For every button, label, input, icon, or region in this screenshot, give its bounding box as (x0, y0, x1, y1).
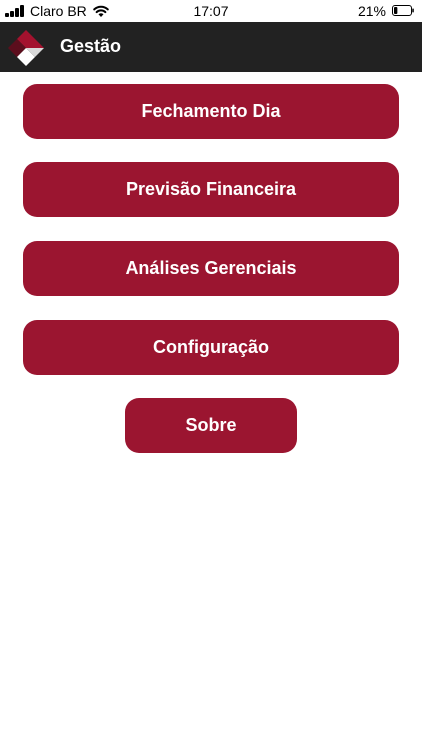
app-logo-icon (8, 30, 44, 66)
status-bar: Claro BR 17:07 21% (0, 0, 422, 22)
battery-percentage: 21% (357, 3, 386, 19)
analises-gerenciais-button[interactable]: Análises Gerenciais (23, 241, 399, 296)
button-label: Análises Gerenciais (125, 258, 297, 278)
sobre-button[interactable]: Sobre (125, 398, 297, 453)
navigation-bar: Gestão (0, 22, 422, 72)
configuracao-button[interactable]: Configuração (23, 320, 399, 375)
button-label: Sobre (185, 415, 237, 435)
previsao-financeira-button[interactable]: Previsão Financeira (23, 162, 399, 217)
battery-icon (392, 5, 414, 16)
page-title: Gestão (60, 36, 122, 56)
button-label: Configuração (152, 337, 269, 357)
app-screen: Claro BR 17:07 21% Gestão Fechamento Dia… (0, 0, 422, 750)
button-label: Fechamento Dia (141, 101, 281, 121)
button-label: Previsão Financeira (125, 179, 297, 199)
fechamento-dia-button[interactable]: Fechamento Dia (23, 84, 399, 139)
